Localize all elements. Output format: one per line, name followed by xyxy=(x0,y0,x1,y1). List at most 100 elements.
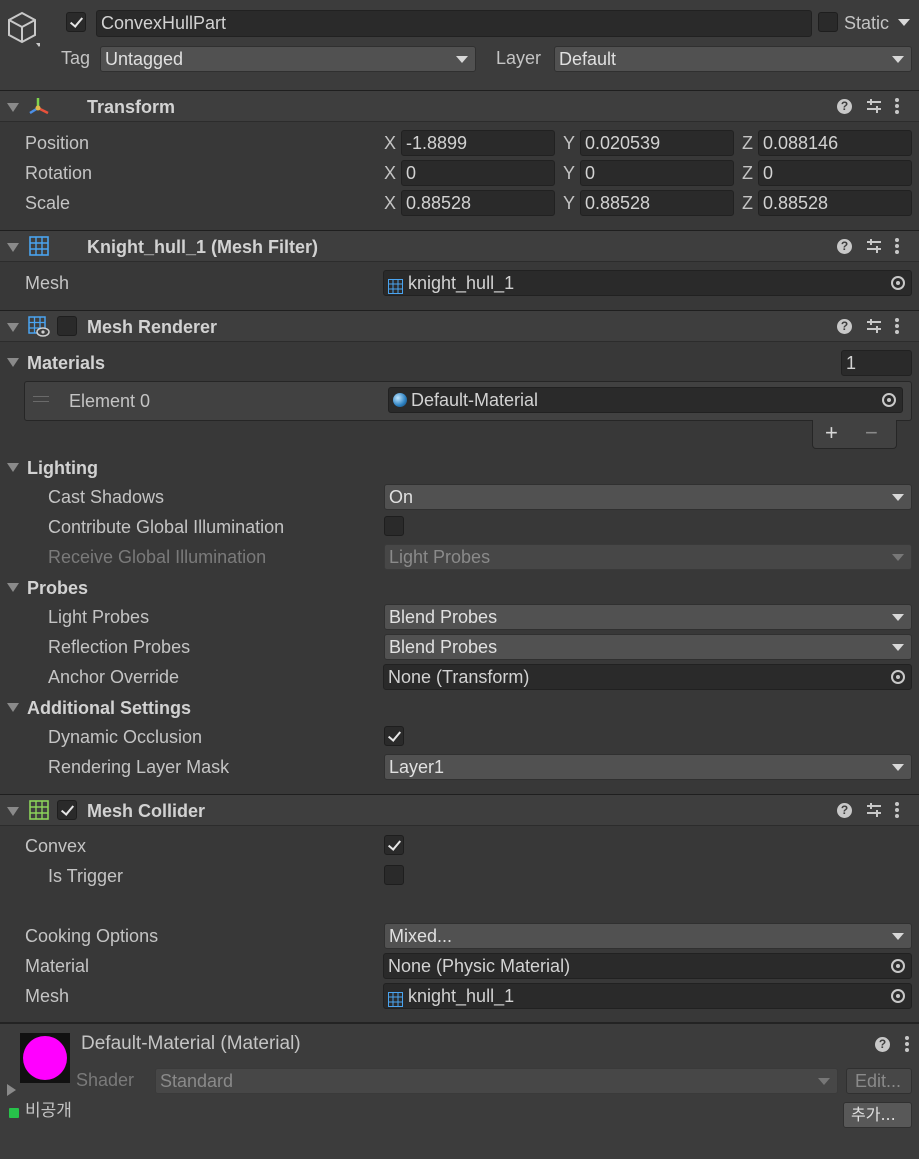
mesh-filter-header[interactable]: Knight_hull_1 (Mesh Filter) ? xyxy=(0,230,919,262)
cooking-options-value: Mixed... xyxy=(389,926,453,946)
mesh-filter-fold-arrow[interactable] xyxy=(7,243,19,252)
collider-material-value: None (Physic Material) xyxy=(388,956,571,976)
presets-icon[interactable] xyxy=(866,98,882,114)
position-x-axis[interactable]: X xyxy=(384,132,396,154)
scale-x-axis[interactable]: X xyxy=(384,192,396,214)
layer-dropdown[interactable]: Default xyxy=(554,46,912,72)
more-menu-icon[interactable] xyxy=(895,238,899,254)
presets-icon[interactable] xyxy=(866,238,882,254)
rotation-y-axis[interactable]: Y xyxy=(563,162,575,184)
add-button[interactable]: 추가... xyxy=(843,1102,912,1128)
more-menu-icon[interactable] xyxy=(895,318,899,334)
collider-material-field[interactable]: None (Physic Material) xyxy=(383,953,912,979)
static-dropdown-caret[interactable] xyxy=(898,19,910,26)
scale-z-field[interactable]: 0.88528 xyxy=(758,190,912,216)
transform-header[interactable]: Transform ? xyxy=(0,90,919,122)
help-icon[interactable]: ? xyxy=(837,803,852,818)
shader-edit-button[interactable]: Edit... xyxy=(846,1068,912,1094)
convex-checkbox[interactable] xyxy=(384,835,404,855)
scale-x-field[interactable]: 0.88528 xyxy=(401,190,555,216)
help-icon[interactable]: ? xyxy=(837,239,852,254)
rotation-y-field[interactable]: 0 xyxy=(580,160,734,186)
materials-section-header[interactable]: Materials 1 xyxy=(0,348,919,378)
lighting-section-header[interactable]: Lighting xyxy=(0,453,919,483)
layer-value: Default xyxy=(559,49,617,69)
mesh-collider-fold-arrow[interactable] xyxy=(7,807,19,816)
tag-dropdown[interactable]: Untagged xyxy=(100,46,476,72)
probes-fold-arrow[interactable] xyxy=(7,583,19,592)
is-trigger-checkbox[interactable] xyxy=(384,865,404,885)
dynamic-occlusion-checkbox[interactable] xyxy=(384,726,404,746)
collider-mesh-row: Mesh knight_hull_1 xyxy=(0,981,919,1011)
presets-icon[interactable] xyxy=(866,802,882,818)
contribute-gi-checkbox[interactable] xyxy=(384,516,404,536)
active-toggle[interactable] xyxy=(66,12,86,32)
static-label[interactable]: Static xyxy=(844,12,889,34)
scale-y-field[interactable]: 0.88528 xyxy=(580,190,734,216)
additional-settings-label: Additional Settings xyxy=(27,698,191,718)
object-name-field[interactable]: ConvexHullPart xyxy=(96,10,812,37)
mesh-renderer-fold-arrow[interactable] xyxy=(7,323,19,332)
anchor-override-row: Anchor Override None (Transform) xyxy=(0,662,919,692)
object-picker-icon[interactable] xyxy=(891,959,905,973)
rendering-layer-row: Rendering Layer Mask Layer1 xyxy=(0,752,919,782)
mesh-filter-mesh-field[interactable]: knight_hull_1 xyxy=(383,270,912,296)
reflection-probes-dropdown[interactable]: Blend Probes xyxy=(384,634,912,660)
scale-z-axis[interactable]: Z xyxy=(742,192,753,214)
mesh-collider-enable-toggle[interactable] xyxy=(57,800,77,820)
scale-y-axis[interactable]: Y xyxy=(563,192,575,214)
material-foldout-arrow[interactable] xyxy=(7,1084,16,1096)
object-picker-icon[interactable] xyxy=(891,276,905,290)
remove-element-button[interactable]: − xyxy=(865,420,878,446)
probes-section-header[interactable]: Probes xyxy=(0,573,919,603)
light-probes-row: Light Probes Blend Probes xyxy=(0,602,919,632)
mesh-renderer-enable-toggle[interactable] xyxy=(57,316,77,336)
gameobject-cube-icon[interactable] xyxy=(6,10,42,50)
contribute-gi-label: Contribute Global Illumination xyxy=(48,517,285,537)
more-menu-icon[interactable] xyxy=(895,802,899,818)
additional-settings-header[interactable]: Additional Settings xyxy=(0,693,919,723)
lighting-fold-arrow[interactable] xyxy=(7,463,19,472)
collider-mesh-field[interactable]: knight_hull_1 xyxy=(383,983,912,1009)
light-probes-dropdown[interactable]: Blend Probes xyxy=(384,604,912,630)
presets-icon[interactable] xyxy=(866,318,882,334)
rotation-z-field[interactable]: 0 xyxy=(758,160,912,186)
rotation-x-field[interactable]: 0 xyxy=(401,160,555,186)
material-swatch[interactable] xyxy=(20,1033,70,1083)
private-status-icon xyxy=(9,1108,19,1118)
help-icon[interactable]: ? xyxy=(837,319,852,334)
materials-fold-arrow[interactable] xyxy=(7,358,19,367)
position-y-axis[interactable]: Y xyxy=(563,132,575,154)
mesh-asset-icon xyxy=(388,989,403,1007)
material-more-menu-icon[interactable] xyxy=(905,1036,909,1052)
materials-count-field[interactable]: 1 xyxy=(841,350,912,376)
shader-dropdown[interactable]: Standard xyxy=(155,1068,838,1094)
additional-settings-fold-arrow[interactable] xyxy=(7,703,19,712)
material-help-icon[interactable]: ? xyxy=(875,1037,890,1052)
transform-fold-arrow[interactable] xyxy=(7,103,19,112)
rendering-layer-dropdown[interactable]: Layer1 xyxy=(384,754,912,780)
mesh-filter-title: Knight_hull_1 (Mesh Filter) xyxy=(87,237,319,257)
mesh-collider-header[interactable]: Mesh Collider ? xyxy=(0,794,919,826)
add-element-button[interactable]: + xyxy=(825,420,838,446)
more-menu-icon[interactable] xyxy=(895,98,899,114)
position-z-axis[interactable]: Z xyxy=(742,132,753,154)
private-label: 비공개 xyxy=(25,1101,72,1121)
object-picker-icon[interactable] xyxy=(882,393,896,407)
static-toggle[interactable] xyxy=(818,12,838,32)
object-picker-icon[interactable] xyxy=(891,989,905,1003)
receive-gi-dropdown: Light Probes xyxy=(384,544,912,570)
object-picker-icon[interactable] xyxy=(891,670,905,684)
drag-handle-icon[interactable] xyxy=(33,396,49,402)
rotation-z-axis[interactable]: Z xyxy=(742,162,753,184)
rotation-x-axis[interactable]: X xyxy=(384,162,396,184)
element0-material-field[interactable]: Default-Material xyxy=(388,387,903,413)
cooking-options-dropdown[interactable]: Mixed... xyxy=(384,923,912,949)
position-y-field[interactable]: 0.020539 xyxy=(580,130,734,156)
anchor-override-field[interactable]: None (Transform) xyxy=(383,664,912,690)
cast-shadows-dropdown[interactable]: On xyxy=(384,484,912,510)
position-z-field[interactable]: 0.088146 xyxy=(758,130,912,156)
mesh-renderer-header[interactable]: Mesh Renderer ? xyxy=(0,310,919,342)
position-x-field[interactable]: -1.8899 xyxy=(401,130,555,156)
help-icon[interactable]: ? xyxy=(837,99,852,114)
